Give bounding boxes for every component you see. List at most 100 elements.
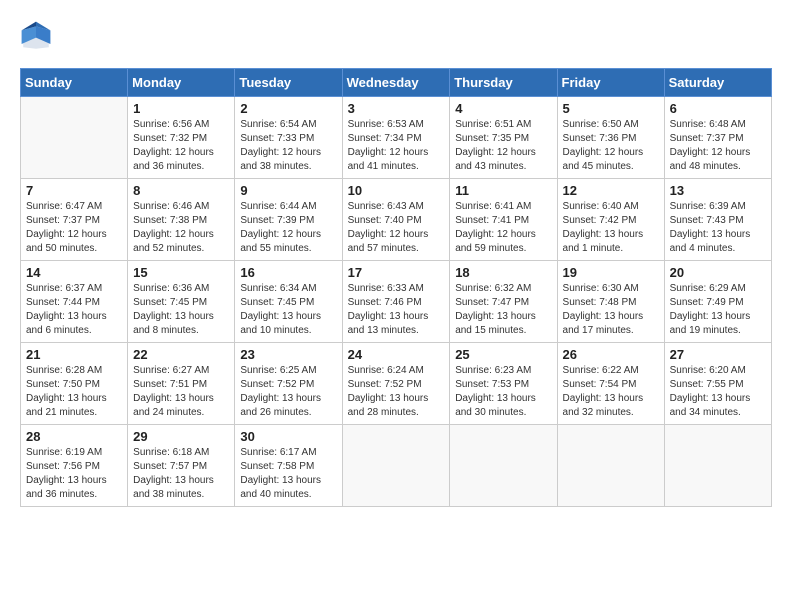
day-info: Sunrise: 6:43 AMSunset: 7:40 PMDaylight:… [348,200,445,256]
day-number: 30 [240,429,336,444]
logo [20,20,56,52]
day-info: Sunrise: 6:24 AMSunset: 7:52 PMDaylight:… [348,364,445,420]
calendar-cell: 30 Sunrise: 6:17 AMSunset: 7:58 PMDayligh… [235,425,342,507]
day-number: 29 [133,429,229,444]
calendar-cell: 3 Sunrise: 6:53 AMSunset: 7:34 PMDaylight… [342,97,450,179]
day-info: Sunrise: 6:29 AMSunset: 7:49 PMDaylight:… [670,282,766,338]
calendar-cell: 17 Sunrise: 6:33 AMSunset: 7:46 PMDayligh… [342,261,450,343]
calendar-cell: 11 Sunrise: 6:41 AMSunset: 7:41 PMDayligh… [450,179,557,261]
day-info: Sunrise: 6:47 AMSunset: 7:37 PMDaylight:… [26,200,122,256]
calendar-cell: 15 Sunrise: 6:36 AMSunset: 7:45 PMDayligh… [128,261,235,343]
calendar-cell: 27 Sunrise: 6:20 AMSunset: 7:55 PMDayligh… [664,343,771,425]
calendar-cell: 14 Sunrise: 6:37 AMSunset: 7:44 PMDayligh… [21,261,128,343]
day-number: 26 [563,347,659,362]
calendar-cell [450,425,557,507]
day-number: 2 [240,101,336,116]
calendar-cell: 10 Sunrise: 6:43 AMSunset: 7:40 PMDayligh… [342,179,450,261]
day-info: Sunrise: 6:54 AMSunset: 7:33 PMDaylight:… [240,118,336,174]
day-info: Sunrise: 6:41 AMSunset: 7:41 PMDaylight:… [455,200,551,256]
day-number: 19 [563,265,659,280]
day-info: Sunrise: 6:20 AMSunset: 7:55 PMDaylight:… [670,364,766,420]
weekday-header-thursday: Thursday [450,69,557,97]
calendar-cell: 19 Sunrise: 6:30 AMSunset: 7:48 PMDayligh… [557,261,664,343]
calendar-cell: 18 Sunrise: 6:32 AMSunset: 7:47 PMDayligh… [450,261,557,343]
day-info: Sunrise: 6:27 AMSunset: 7:51 PMDaylight:… [133,364,229,420]
day-info: Sunrise: 6:19 AMSunset: 7:56 PMDaylight:… [26,446,122,502]
calendar-cell: 12 Sunrise: 6:40 AMSunset: 7:42 PMDayligh… [557,179,664,261]
calendar-cell: 13Sunrise: 6:39 AMSunset: 7:43 PMDayligh… [664,179,771,261]
day-number: 9 [240,183,336,198]
calendar-cell [557,425,664,507]
calendar-table: SundayMondayTuesdayWednesdayThursdayFrid… [20,68,772,507]
day-info: Sunrise: 6:22 AMSunset: 7:54 PMDaylight:… [563,364,659,420]
day-number: 14 [26,265,122,280]
day-number: 25 [455,347,551,362]
day-number: 6 [670,101,766,116]
weekday-header-sunday: Sunday [21,69,128,97]
calendar-cell: 22 Sunrise: 6:27 AMSunset: 7:51 PMDayligh… [128,343,235,425]
day-info: Sunrise: 6:51 AMSunset: 7:35 PMDaylight:… [455,118,551,174]
calendar-cell: 25 Sunrise: 6:23 AMSunset: 7:53 PMDayligh… [450,343,557,425]
calendar-cell: 29 Sunrise: 6:18 AMSunset: 7:57 PMDayligh… [128,425,235,507]
day-info: Sunrise: 6:50 AMSunset: 7:36 PMDaylight:… [563,118,659,174]
weekday-header-tuesday: Tuesday [235,69,342,97]
day-info: Sunrise: 6:23 AMSunset: 7:53 PMDaylight:… [455,364,551,420]
day-info: Sunrise: 6:17 AMSunset: 7:58 PMDaylight:… [240,446,336,502]
day-info: Sunrise: 6:40 AMSunset: 7:42 PMDaylight:… [563,200,659,256]
logo-icon [20,20,52,52]
day-info: Sunrise: 6:32 AMSunset: 7:47 PMDaylight:… [455,282,551,338]
day-info: Sunrise: 6:44 AMSunset: 7:39 PMDaylight:… [240,200,336,256]
weekday-header-wednesday: Wednesday [342,69,450,97]
calendar-cell [342,425,450,507]
day-number: 12 [563,183,659,198]
day-info: Sunrise: 6:33 AMSunset: 7:46 PMDaylight:… [348,282,445,338]
day-number: 27 [670,347,766,362]
day-number: 17 [348,265,445,280]
week-row-2: 7 Sunrise: 6:47 AMSunset: 7:37 PMDaylight… [21,179,772,261]
calendar-cell: 23Sunrise: 6:25 AMSunset: 7:52 PMDayligh… [235,343,342,425]
weekday-header-saturday: Saturday [664,69,771,97]
day-info: Sunrise: 6:34 AMSunset: 7:45 PMDaylight:… [240,282,336,338]
day-number: 15 [133,265,229,280]
weekday-header-row: SundayMondayTuesdayWednesdayThursdayFrid… [21,69,772,97]
calendar-cell: 26 Sunrise: 6:22 AMSunset: 7:54 PMDayligh… [557,343,664,425]
week-row-5: 28 Sunrise: 6:19 AMSunset: 7:56 PMDayligh… [21,425,772,507]
calendar-cell: 9 Sunrise: 6:44 AMSunset: 7:39 PMDaylight… [235,179,342,261]
week-row-3: 14 Sunrise: 6:37 AMSunset: 7:44 PMDayligh… [21,261,772,343]
week-row-1: 1 Sunrise: 6:56 AMSunset: 7:32 PMDaylight… [21,97,772,179]
day-number: 22 [133,347,229,362]
day-info: Sunrise: 6:36 AMSunset: 7:45 PMDaylight:… [133,282,229,338]
day-number: 4 [455,101,551,116]
day-info: Sunrise: 6:39 AMSunset: 7:43 PMDaylight:… [670,200,766,256]
day-info: Sunrise: 6:28 AMSunset: 7:50 PMDaylight:… [26,364,122,420]
day-info: Sunrise: 6:48 AMSunset: 7:37 PMDaylight:… [670,118,766,174]
day-number: 20 [670,265,766,280]
day-info: Sunrise: 6:46 AMSunset: 7:38 PMDaylight:… [133,200,229,256]
day-number: 10 [348,183,445,198]
day-number: 7 [26,183,122,198]
day-number: 18 [455,265,551,280]
day-info: Sunrise: 6:53 AMSunset: 7:34 PMDaylight:… [348,118,445,174]
day-number: 11 [455,183,551,198]
page-header [20,20,772,52]
day-info: Sunrise: 6:56 AMSunset: 7:32 PMDaylight:… [133,118,229,174]
weekday-header-friday: Friday [557,69,664,97]
day-info: Sunrise: 6:37 AMSunset: 7:44 PMDaylight:… [26,282,122,338]
calendar-cell: 5Sunrise: 6:50 AMSunset: 7:36 PMDaylight… [557,97,664,179]
day-number: 16 [240,265,336,280]
calendar-cell [21,97,128,179]
day-number: 3 [348,101,445,116]
calendar-cell: 21Sunrise: 6:28 AMSunset: 7:50 PMDayligh… [21,343,128,425]
day-number: 24 [348,347,445,362]
day-number: 23 [240,347,336,362]
day-info: Sunrise: 6:30 AMSunset: 7:48 PMDaylight:… [563,282,659,338]
calendar-cell: 7 Sunrise: 6:47 AMSunset: 7:37 PMDaylight… [21,179,128,261]
calendar-cell: 4 Sunrise: 6:51 AMSunset: 7:35 PMDaylight… [450,97,557,179]
day-number: 1 [133,101,229,116]
day-info: Sunrise: 6:18 AMSunset: 7:57 PMDaylight:… [133,446,229,502]
calendar-cell: 8Sunrise: 6:46 AMSunset: 7:38 PMDaylight… [128,179,235,261]
day-number: 28 [26,429,122,444]
calendar-cell [664,425,771,507]
calendar-cell: 16 Sunrise: 6:34 AMSunset: 7:45 PMDayligh… [235,261,342,343]
weekday-header-monday: Monday [128,69,235,97]
